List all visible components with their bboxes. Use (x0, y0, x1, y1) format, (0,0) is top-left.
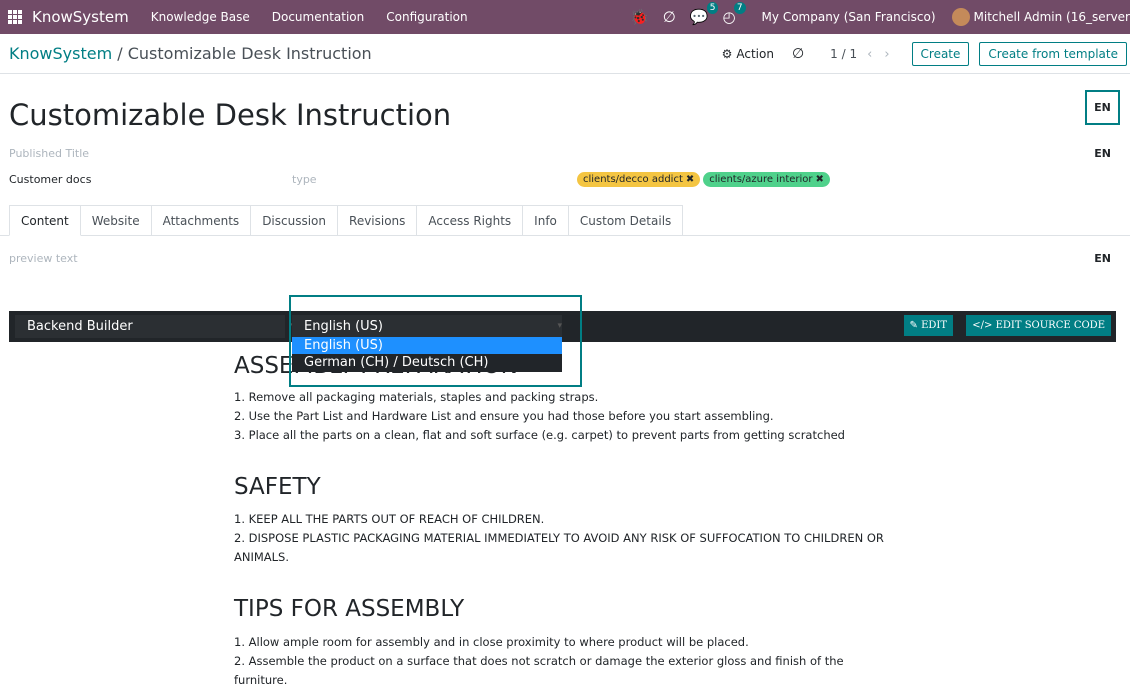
builder-select-value: Backend Builder (27, 319, 133, 334)
edit-button-label: EDIT (921, 320, 947, 331)
list-item: 2. DISPOSE PLASTIC PACKAGING MATERIAL IM… (234, 531, 884, 564)
menu-knowledge-base[interactable]: Knowledge Base (151, 10, 250, 24)
list-item: 2. Assemble the product on a surface tha… (234, 654, 844, 687)
edit-source-code-button[interactable]: </> EDIT SOURCE CODE (966, 315, 1111, 336)
type-input[interactable]: type (292, 173, 317, 186)
pager-next-icon[interactable]: › (884, 47, 889, 62)
safety-list: 1. KEEP ALL THE PARTS OUT OF REACH OF CH… (234, 510, 894, 567)
create-from-template-button[interactable]: Create from template (979, 42, 1127, 66)
tab-website[interactable]: Website (80, 205, 152, 236)
published-title-input[interactable]: Published Title (9, 147, 89, 160)
tag-badge[interactable]: clients/azure interior ✖ (703, 172, 830, 187)
breadcrumb-separator: / (112, 44, 128, 63)
preview-lang-button[interactable]: EN (1094, 252, 1111, 265)
breadcrumb-root[interactable]: KnowSystem (9, 44, 112, 63)
activities-icon[interactable]: ◴ 7 (722, 2, 746, 26)
messages-icon[interactable]: 💬 5 (690, 2, 719, 26)
app-name[interactable]: KnowSystem (32, 8, 129, 26)
article-heading-tips: TIPS FOR ASSEMBLY (234, 596, 465, 622)
notebook-tabs: Content Website Attachments Discussion R… (9, 205, 684, 236)
tag-label: clients/decco addict (583, 174, 683, 185)
create-button[interactable]: Create (911, 42, 970, 66)
edit-source-button-label: EDIT SOURCE CODE (995, 320, 1105, 331)
top-navbar: KnowSystem Knowledge Base Documentation … (0, 0, 1130, 34)
preview-text-input[interactable]: preview text (9, 252, 78, 265)
tab-content[interactable]: Content (9, 205, 81, 236)
reload-icon[interactable]: ∅ (792, 46, 804, 62)
article-title[interactable]: Customizable Desk Instruction (9, 98, 451, 132)
tab-access-rights[interactable]: Access Rights (417, 205, 524, 236)
list-item: 1. Allow ample room for assembly and in … (234, 635, 749, 649)
refresh-icon[interactable]: ∅ (663, 8, 676, 26)
title-lang-button[interactable]: EN (1085, 90, 1120, 125)
remove-tag-icon[interactable]: ✖ (816, 174, 824, 185)
edit-button[interactable]: ✎ EDIT (903, 315, 953, 336)
tab-info[interactable]: Info (523, 205, 569, 236)
pager-value[interactable]: 1 / 1 (830, 47, 857, 61)
list-item: 1. KEEP ALL THE PARTS OUT OF REACH OF CH… (234, 512, 545, 526)
gear-icon: ⚙ (721, 47, 733, 61)
tab-custom-details[interactable]: Custom Details (568, 205, 684, 236)
breadcrumb-current: Customizable Desk Instruction (127, 44, 372, 63)
tag-label: clients/azure interior (709, 174, 813, 185)
action-label: Action (736, 47, 774, 61)
list-item: 1. Remove all packaging materials, stapl… (234, 390, 599, 404)
tab-discussion[interactable]: Discussion (251, 205, 339, 236)
highlight-frame (289, 295, 582, 387)
builder-select[interactable]: Backend Builder▾ (15, 315, 295, 338)
apps-grid-icon[interactable] (8, 10, 22, 24)
remove-tag-icon[interactable]: ✖ (686, 174, 694, 185)
tab-attachments[interactable]: Attachments (151, 205, 252, 236)
list-item: 3. Place all the parts on a clean, flat … (234, 428, 845, 442)
published-title-lang-button[interactable]: EN (1094, 147, 1111, 160)
company-switcher[interactable]: My Company (San Francisco) (762, 10, 936, 24)
breadcrumb: KnowSystem / Customizable Desk Instructi… (9, 44, 372, 63)
action-menu[interactable]: ⚙ Action (722, 47, 774, 61)
tips-list: 1. Allow ample room for assembly and in … (234, 633, 874, 690)
menu-configuration[interactable]: Configuration (386, 10, 467, 24)
tag-badge[interactable]: clients/decco addict ✖ (577, 172, 701, 187)
menu-documentation[interactable]: Documentation (272, 10, 365, 24)
control-panel: KnowSystem / Customizable Desk Instructi… (0, 34, 1130, 74)
assembly-list: 1. Remove all packaging materials, stapl… (234, 388, 845, 445)
tab-revisions[interactable]: Revisions (338, 205, 418, 236)
activities-badge: 7 (733, 2, 746, 14)
pager-previous-icon[interactable]: ‹ (867, 47, 872, 62)
tags-field: clients/decco addict ✖ clients/azure inte… (577, 172, 833, 187)
bug-icon[interactable]: 🐞 (630, 8, 649, 26)
avatar[interactable] (951, 8, 970, 26)
user-menu[interactable]: Mitchell Admin (16_server (974, 10, 1130, 24)
article-heading-safety: SAFETY (234, 474, 321, 500)
section-field[interactable]: Customer docs (9, 173, 91, 186)
messages-badge: 5 (706, 2, 719, 14)
list-item: 2. Use the Part List and Hardware List a… (234, 409, 774, 423)
